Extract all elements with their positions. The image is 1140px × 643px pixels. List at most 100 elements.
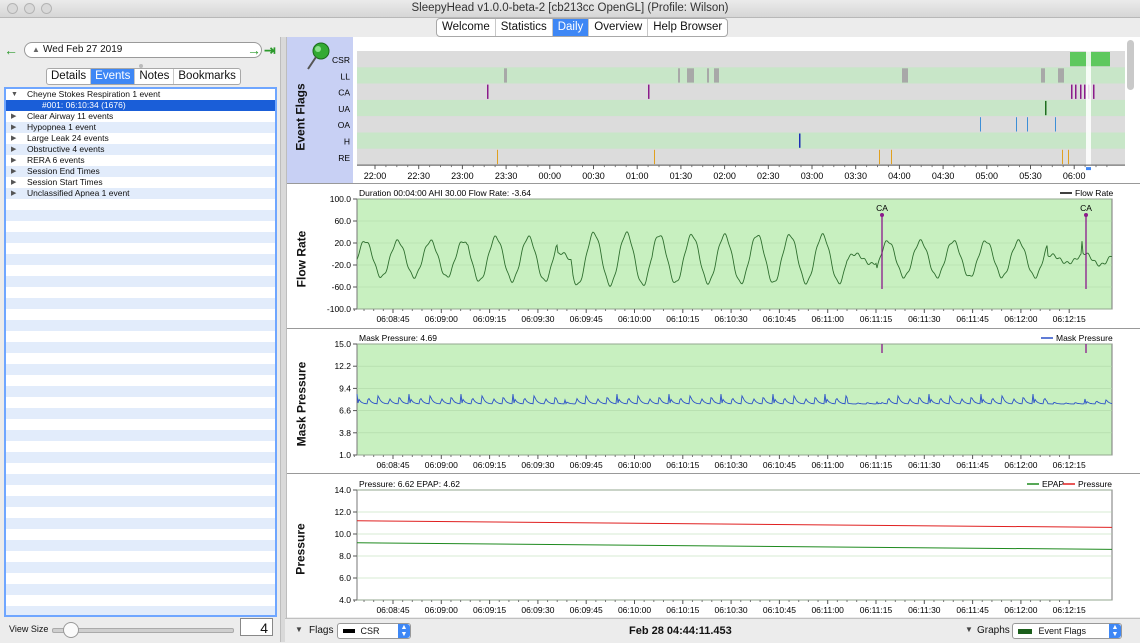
mask-xtick-label: 06:10:00 bbox=[618, 460, 651, 470]
flag-row-label: CA bbox=[338, 88, 350, 98]
pressure-xtick-label: 06:11:00 bbox=[811, 605, 844, 615]
mask-pressure-chart[interactable]: Mask Pressure: 4.69 Mask Pressure 15.0 12.2… bbox=[287, 329, 1140, 473]
date-navigation: ← ▲ Wed Feb 27 2019 → ⇥ bbox=[4, 42, 280, 60]
mask-xtick-label: 06:11:00 bbox=[811, 460, 844, 470]
flag-event-mark bbox=[648, 84, 650, 99]
pressure-ytick-label: 14.0 bbox=[334, 485, 351, 495]
pressure-xtick-label: 06:11:30 bbox=[908, 605, 941, 615]
calendar-toggle-icon[interactable]: ▲ bbox=[32, 43, 40, 57]
tab-daily[interactable]: Daily bbox=[552, 19, 590, 36]
event-category[interactable]: ▶ Session End Times bbox=[6, 166, 275, 177]
event-category[interactable]: ▶ Unclassified Apnea 1 event bbox=[6, 188, 275, 199]
mask-ytick-label: 3.8 bbox=[339, 428, 351, 438]
graphs-label: Graphs bbox=[977, 625, 1010, 636]
mask-xtick-label: 06:10:45 bbox=[763, 460, 796, 470]
flow-xtick-label: 06:12:15 bbox=[1053, 314, 1086, 324]
pressure-xtick-label: 06:10:00 bbox=[618, 605, 651, 615]
flag-event-mark bbox=[799, 133, 801, 148]
flag-row-h bbox=[357, 132, 1125, 149]
tab-welcome[interactable]: Welcome bbox=[437, 19, 496, 36]
pressure-chart[interactable]: Pressure: 6.62 EPAP: 4.62 EPAP Pressure 14.… bbox=[287, 474, 1140, 617]
flag-event-mark bbox=[879, 149, 880, 165]
flow-info: Duration 00:04:00 AHI 30.00 Flow Rate: -… bbox=[359, 188, 531, 198]
disclosure-closed-icon[interactable]: ▶ bbox=[11, 111, 16, 122]
subtab-notes[interactable]: Notes bbox=[135, 69, 175, 84]
disclosure-closed-icon[interactable]: ▶ bbox=[11, 177, 16, 188]
flags-expand-icon[interactable]: ▼ bbox=[295, 625, 303, 634]
flag-event-mark bbox=[1084, 84, 1086, 99]
subtab-details[interactable]: Details bbox=[47, 69, 92, 84]
graphs-expand-icon[interactable]: ▼ bbox=[965, 625, 973, 634]
view-size-value[interactable]: 4 bbox=[240, 618, 273, 636]
event-label: Large Leak 24 events bbox=[27, 133, 109, 143]
disclosure-closed-icon[interactable]: ▶ bbox=[11, 122, 16, 133]
tab-help-browser[interactable]: Help Browser bbox=[648, 19, 727, 36]
pane-splitter[interactable] bbox=[280, 37, 287, 642]
back-arrow-icon[interactable]: ← bbox=[4, 42, 18, 58]
event-label: RERA 6 events bbox=[27, 155, 85, 165]
event-item[interactable]: #001: 06:10:34 (1676) bbox=[6, 100, 275, 111]
flag-event-mark bbox=[1062, 149, 1063, 165]
flag-color-swatch-icon bbox=[343, 629, 355, 634]
mask-xtick-label: 06:08:45 bbox=[376, 460, 409, 470]
flag-event-mark bbox=[707, 68, 709, 83]
event-category[interactable]: ▶ Clear Airway 11 events bbox=[6, 111, 275, 122]
jump-to-last-icon[interactable]: ⇥ bbox=[264, 42, 276, 59]
pressure-xtick-label: 06:10:30 bbox=[715, 605, 748, 615]
mask-xtick-label: 06:10:15 bbox=[666, 460, 699, 470]
events-tree[interactable]: ▼ Cheyne Stokes Respiration 1 event #001: … bbox=[4, 87, 277, 617]
flow-ytick-label: 20.0 bbox=[334, 238, 351, 248]
mask-xtick-label: 06:09:15 bbox=[473, 460, 506, 470]
pressure-ytick-label: 6.0 bbox=[339, 573, 351, 583]
flow-xtick-label: 06:10:15 bbox=[666, 314, 699, 324]
bottom-bar: ▼ Flags CSR ▲ ▼ Feb 28 04:44:11.453 ▼ Gra… bbox=[285, 618, 1140, 643]
disclosure-closed-icon[interactable]: ▶ bbox=[11, 133, 16, 144]
event-label: Session Start Times bbox=[27, 177, 103, 187]
event-flags-chart[interactable]: CSR LL CA UA OA H RE 22:00 22:30 23:00 23:30 00:00 0… bbox=[287, 37, 1140, 183]
tab-overview[interactable]: Overview bbox=[589, 19, 649, 36]
ca-event-label: CA bbox=[1080, 203, 1092, 213]
flag-event-mark bbox=[1093, 84, 1095, 99]
event-label: Obstructive 4 events bbox=[27, 144, 105, 154]
flag-row-ca bbox=[357, 83, 1125, 100]
disclosure-closed-icon[interactable]: ▶ bbox=[11, 188, 16, 199]
disclosure-closed-icon[interactable]: ▶ bbox=[11, 155, 16, 166]
flow-xtick-label: 06:11:15 bbox=[860, 314, 893, 324]
disclosure-closed-icon[interactable]: ▶ bbox=[11, 166, 16, 177]
flow-ytick-label: 100.0 bbox=[330, 194, 352, 204]
event-label: Clear Airway 11 events bbox=[27, 111, 114, 121]
view-size-slider-knob[interactable] bbox=[63, 622, 79, 638]
flow-xtick-label: 06:09:00 bbox=[425, 314, 458, 324]
disclosure-open-icon[interactable]: ▼ bbox=[11, 89, 18, 100]
tab-statistics[interactable]: Statistics bbox=[496, 19, 553, 36]
subtab-bookmarks[interactable]: Bookmarks bbox=[174, 69, 240, 84]
pressure-ytick-label: 12.0 bbox=[334, 507, 351, 517]
sub-tab-bar: Details Events Notes Bookmarks bbox=[46, 68, 241, 85]
forward-arrow-icon[interactable]: → bbox=[247, 42, 261, 58]
event-category[interactable]: ▼ Cheyne Stokes Respiration 1 event bbox=[6, 89, 275, 100]
event-category[interactable]: ▶ RERA 6 events bbox=[6, 155, 275, 166]
graphs-select[interactable]: Event Flags ▲ ▼ bbox=[1012, 623, 1122, 639]
flow-xtick-label: 06:12:00 bbox=[1004, 314, 1037, 324]
mask-xtick-label: 06:09:45 bbox=[570, 460, 603, 470]
pressure-panel: Pressure Pressure: 6.62 EPAP: 4.62 EPAP Pr… bbox=[287, 474, 1140, 617]
flow-xtick-label: 06:10:00 bbox=[618, 314, 651, 324]
flags-label: Flags bbox=[309, 625, 334, 636]
flag-row-ua bbox=[357, 99, 1125, 117]
view-size-slider-track[interactable] bbox=[52, 628, 234, 633]
flags-select[interactable]: CSR ▲ ▼ bbox=[337, 623, 411, 639]
disclosure-closed-icon[interactable]: ▶ bbox=[11, 144, 16, 155]
event-category[interactable]: ▶ Large Leak 24 events bbox=[6, 133, 275, 144]
event-category[interactable]: ▶ Session Start Times bbox=[6, 177, 275, 188]
event-category[interactable]: ▶ Obstructive 4 events bbox=[6, 144, 275, 155]
graphs-scrollbar[interactable] bbox=[1127, 40, 1134, 90]
flow-xtick-label: 06:11:00 bbox=[811, 314, 844, 324]
flag-event-mark bbox=[1045, 100, 1047, 116]
mask-xtick-label: 06:10:30 bbox=[715, 460, 748, 470]
subtab-events[interactable]: Events bbox=[91, 69, 136, 84]
event-category[interactable]: ▶ Hypopnea 1 event bbox=[6, 122, 275, 133]
graphs-select-value: Event Flags bbox=[1038, 626, 1087, 636]
date-picker[interactable]: ▲ Wed Feb 27 2019 bbox=[24, 42, 262, 58]
flag-event-mark bbox=[678, 68, 680, 83]
flow-rate-chart[interactable]: Duration 00:04:00 AHI 30.00 Flow Rate: -… bbox=[287, 184, 1140, 328]
